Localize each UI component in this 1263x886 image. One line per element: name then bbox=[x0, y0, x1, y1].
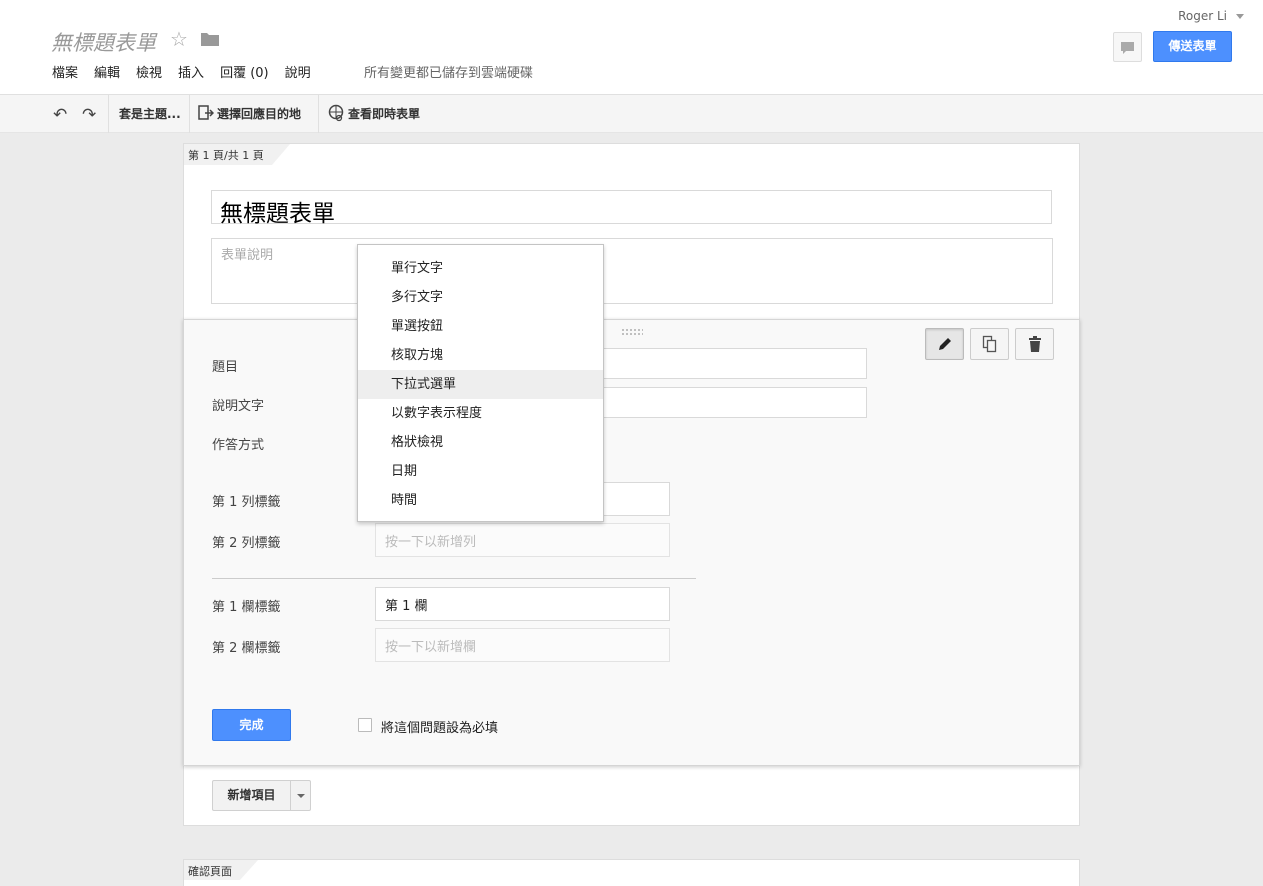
undo-icon[interactable]: ↶ bbox=[53, 105, 67, 125]
question-type-option[interactable]: 核取方塊 bbox=[358, 341, 603, 370]
menu-insert[interactable]: 插入 bbox=[178, 62, 204, 81]
star-icon[interactable]: ☆ bbox=[170, 27, 188, 51]
comment-icon bbox=[1121, 42, 1134, 54]
question-type-option[interactable]: 單選按鈕 bbox=[358, 312, 603, 341]
toolbar-divider bbox=[108, 95, 109, 133]
question-type-option[interactable]: 日期 bbox=[358, 457, 603, 486]
drag-handle-icon[interactable] bbox=[621, 328, 643, 336]
add-item-button[interactable]: 新增項目 bbox=[212, 780, 291, 811]
form-description-input[interactable]: 表單說明 bbox=[211, 238, 1053, 304]
row-2-input[interactable]: 按一下以新增列 bbox=[375, 523, 670, 557]
help-text-label: 說明文字 bbox=[212, 399, 265, 414]
account-caret-icon[interactable] bbox=[1236, 14, 1244, 19]
view-live-form-button[interactable]: 查看即時表單 bbox=[348, 105, 420, 122]
row-1-label: 第 1 列標籤 bbox=[212, 495, 281, 510]
question-edit-panel: 題目 說明文字 作答方式 第 1 列標籤 第 2 列標籤 按一下以新增列 第 1… bbox=[183, 319, 1080, 766]
column-1-input[interactable]: 第 1 欄 bbox=[375, 587, 670, 621]
question-type-option-highlighted[interactable]: 下拉式選單 bbox=[358, 370, 603, 399]
question-type-option[interactable]: 單行文字 bbox=[358, 254, 603, 283]
menu-help[interactable]: 說明 bbox=[285, 62, 311, 81]
question-type-dropdown: 單行文字 多行文字 單選按鈕 核取方塊 下拉式選單 以數字表示程度 格狀檢視 日… bbox=[357, 244, 604, 522]
menu-bar: 檔案 編輯 檢視 插入 回覆 (0) 說明 bbox=[52, 62, 327, 81]
menu-responses[interactable]: 回覆 (0) bbox=[220, 62, 269, 81]
form-title-input[interactable]: 無標題表單 bbox=[211, 190, 1052, 227]
send-form-button[interactable]: 傳送表單 bbox=[1153, 31, 1232, 62]
duplicate-icon bbox=[982, 335, 996, 353]
required-checkbox[interactable] bbox=[358, 718, 372, 732]
edit-button[interactable] bbox=[925, 328, 964, 360]
delete-button[interactable] bbox=[1015, 328, 1054, 360]
question-type-option[interactable]: 以數字表示程度 bbox=[358, 399, 603, 428]
column-2-input[interactable]: 按一下以新增欄 bbox=[375, 628, 670, 662]
redo-icon[interactable]: ↷ bbox=[82, 105, 96, 125]
done-button[interactable]: 完成 bbox=[212, 709, 291, 741]
question-type-option[interactable]: 格狀檢視 bbox=[358, 428, 603, 457]
column-2-label: 第 2 欄標籤 bbox=[212, 641, 281, 656]
toolbar-divider bbox=[189, 95, 190, 133]
confirmation-page-card: 確認頁面 bbox=[183, 859, 1080, 886]
question-type-label: 作答方式 bbox=[212, 438, 265, 453]
toolbar: ↶ ↷ 套是主題... 選擇回應目的地 查看即時表單 bbox=[0, 95, 1263, 133]
row-2-label: 第 2 列標籤 bbox=[212, 536, 281, 551]
question-type-option[interactable]: 多行文字 bbox=[358, 283, 603, 312]
required-label[interactable]: 將這個問題設為必填 bbox=[381, 717, 498, 736]
theme-button[interactable]: 套是主題... bbox=[119, 105, 181, 122]
document-title[interactable]: 無標題表單 bbox=[51, 27, 156, 57]
add-item-dropdown-button[interactable] bbox=[290, 780, 311, 811]
duplicate-button[interactable] bbox=[970, 328, 1009, 360]
pencil-icon bbox=[938, 338, 951, 350]
menu-view[interactable]: 檢視 bbox=[136, 62, 162, 81]
response-destination-button[interactable]: 選擇回應目的地 bbox=[217, 105, 301, 122]
toolbar-divider bbox=[318, 95, 319, 133]
question-type-option[interactable]: 時間 bbox=[358, 486, 603, 515]
account-name[interactable]: Roger Li bbox=[1178, 9, 1227, 23]
app-header: 無標題表單 ☆ 檔案 編輯 檢視 插入 回覆 (0) 說明 所有變更都已儲存到雲… bbox=[0, 0, 1263, 95]
rows-columns-divider bbox=[212, 578, 696, 579]
trash-icon bbox=[1028, 336, 1041, 352]
page-indicator-tab: 第 1 頁/共 1 頁 bbox=[184, 144, 290, 165]
folder-icon[interactable] bbox=[201, 32, 219, 46]
confirmation-page-tab: 確認頁面 bbox=[184, 860, 258, 880]
column-1-label: 第 1 欄標籤 bbox=[212, 600, 281, 615]
globe-icon bbox=[328, 104, 344, 122]
save-status: 所有變更都已儲存到雲端硬碟 bbox=[364, 66, 534, 81]
menu-file[interactable]: 檔案 bbox=[52, 62, 78, 81]
question-title-label: 題目 bbox=[212, 360, 239, 375]
comments-button[interactable] bbox=[1113, 32, 1142, 62]
response-destination-icon bbox=[198, 105, 214, 120]
menu-edit[interactable]: 編輯 bbox=[94, 62, 120, 81]
